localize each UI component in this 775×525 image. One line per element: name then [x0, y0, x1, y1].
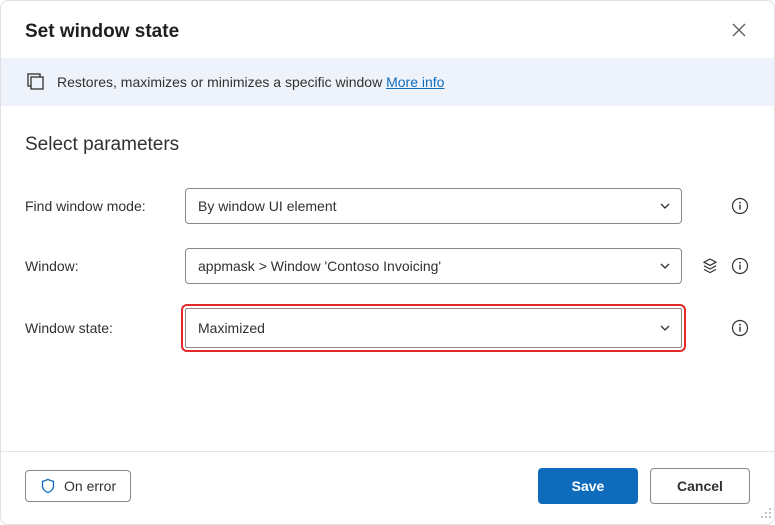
- close-button[interactable]: [728, 19, 750, 44]
- window-icon: [25, 72, 45, 92]
- window-value: appmask > Window 'Contoso Invoicing': [198, 258, 441, 274]
- window-label: Window:: [25, 258, 173, 274]
- banner-text: Restores, maximizes or minimizes a speci…: [57, 74, 444, 90]
- find-window-mode-value: By window UI element: [198, 198, 337, 214]
- find-window-mode-select[interactable]: By window UI element: [185, 188, 682, 224]
- shield-icon: [40, 478, 56, 494]
- dialog-title: Set window state: [25, 21, 179, 43]
- window-state-select[interactable]: Maximized: [185, 308, 682, 348]
- cancel-button[interactable]: Cancel: [650, 468, 750, 504]
- window-select[interactable]: appmask > Window 'Contoso Invoicing': [185, 248, 682, 284]
- on-error-label: On error: [64, 478, 116, 494]
- on-error-button[interactable]: On error: [25, 470, 131, 502]
- layers-icon[interactable]: [700, 256, 720, 276]
- banner-message: Restores, maximizes or minimizes a speci…: [57, 74, 386, 90]
- find-window-mode-label: Find window mode:: [25, 198, 173, 214]
- close-icon: [732, 23, 746, 37]
- window-state-value: Maximized: [198, 320, 265, 336]
- row-window: Window: appmask > Window 'Contoso Invoic…: [25, 248, 750, 284]
- row-window-state: Window state: Maximized: [25, 308, 750, 348]
- info-banner: Restores, maximizes or minimizes a speci…: [1, 58, 774, 106]
- info-icon[interactable]: [730, 318, 750, 338]
- resize-grip-icon[interactable]: [760, 506, 772, 522]
- window-state-label: Window state:: [25, 320, 173, 336]
- row-find-window-mode: Find window mode: By window UI element: [25, 188, 750, 224]
- save-button[interactable]: Save: [538, 468, 638, 504]
- more-info-link[interactable]: More info: [386, 74, 444, 90]
- info-icon[interactable]: [730, 196, 750, 216]
- info-icon[interactable]: [730, 256, 750, 276]
- section-heading: Select parameters: [1, 106, 774, 164]
